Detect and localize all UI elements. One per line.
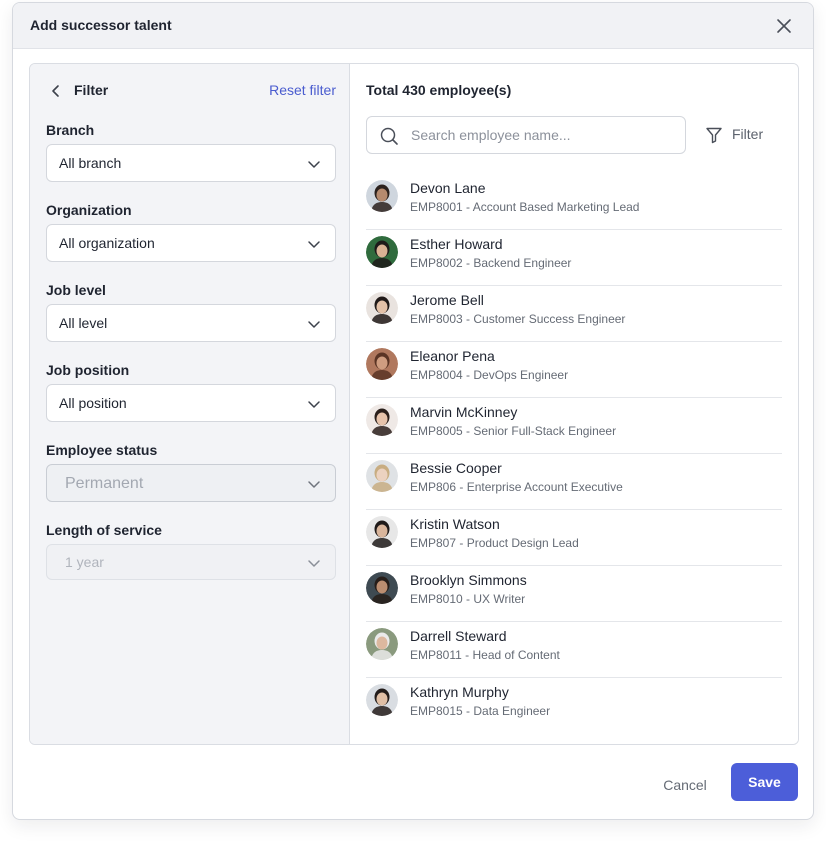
modal-header: Add successor talent <box>13 3 813 49</box>
employee-name: Darrell Steward <box>410 628 507 644</box>
employee-name: Brooklyn Simmons <box>410 572 527 588</box>
employee-name: Devon Lane <box>410 180 486 196</box>
avatar <box>366 460 398 492</box>
close-icon[interactable] <box>773 15 795 37</box>
employee-name: Kristin Watson <box>410 516 500 532</box>
employee-id-role: EMP807 - Product Design Lead <box>410 536 579 550</box>
branch-label: Branch <box>46 122 95 138</box>
total-employees: Total 430 employee(s) <box>366 82 512 98</box>
job-level-label: Job level <box>46 282 106 298</box>
job-position-label: Job position <box>46 362 130 378</box>
organization-field: Organization All organization <box>46 200 336 262</box>
avatar <box>366 516 398 548</box>
employee-row[interactable]: Esther Howard EMP8002 - Backend Engineer <box>366 230 782 286</box>
employee-row[interactable]: Devon Lane EMP8001 - Account Based Market… <box>366 174 782 230</box>
organization-value: All organization <box>59 235 155 251</box>
job-level-field: Job level All level <box>46 280 336 342</box>
chevron-down-icon <box>308 401 320 408</box>
modal-title: Add successor talent <box>30 17 172 33</box>
length-of-service-field: Length of service 1 year <box>46 520 336 580</box>
employee-id-role: EMP8001 - Account Based Marketing Lead <box>410 200 640 214</box>
employee-name: Bessie Cooper <box>410 460 502 476</box>
reset-filter-link[interactable]: Reset filter <box>269 82 336 98</box>
employee-status-value: Permanent <box>65 475 144 492</box>
avatar <box>366 684 398 716</box>
funnel-icon <box>706 127 722 144</box>
employee-id-role: EMP8005 - Senior Full-Stack Engineer <box>410 424 617 438</box>
filter-header: Filter Reset filter <box>46 80 336 102</box>
branch-select[interactable]: All branch <box>46 144 336 182</box>
avatar <box>366 628 398 660</box>
employee-id-role: EMP8015 - Data Engineer <box>410 704 551 718</box>
filter-panel: Filter Reset filter Branch All branch Or… <box>30 64 350 744</box>
avatar <box>366 572 398 604</box>
job-level-select[interactable]: All level <box>46 304 336 342</box>
length-of-service-value: 1 year <box>65 554 104 570</box>
job-position-field: Job position All position <box>46 360 336 422</box>
cancel-button[interactable]: Cancel <box>649 767 721 803</box>
organization-label: Organization <box>46 202 132 218</box>
avatar <box>366 180 398 212</box>
employee-row[interactable]: Kathryn Murphy EMP8015 - Data Engineer <box>366 678 782 734</box>
chevron-down-icon <box>308 560 320 567</box>
employee-id-role: EMP8004 - DevOps Engineer <box>410 368 569 382</box>
modal-footer: Cancel Save <box>13 745 813 819</box>
avatar <box>366 236 398 268</box>
chevron-left-icon[interactable] <box>48 83 64 99</box>
filter-button[interactable]: Filter <box>704 122 770 148</box>
organization-select[interactable]: All organization <box>46 224 336 262</box>
employee-row[interactable]: Bessie Cooper EMP806 - Enterprise Account… <box>366 454 782 510</box>
employee-id-role: EMP8003 - Customer Success Engineer <box>410 312 626 326</box>
search-box[interactable] <box>366 116 686 154</box>
employee-status-label: Employee status <box>46 442 158 458</box>
chevron-down-icon <box>308 321 320 328</box>
search-icon <box>380 127 398 145</box>
employee-name: Esther Howard <box>410 236 503 252</box>
employee-id-role: EMP8011 - Head of Content <box>410 648 560 662</box>
job-position-select[interactable]: All position <box>46 384 336 422</box>
employee-status-field: Employee status Permanent <box>46 440 336 502</box>
employee-row[interactable]: Eleanor Pena EMP8004 - DevOps Engineer <box>366 342 782 398</box>
employee-name: Kathryn Murphy <box>410 684 509 700</box>
chevron-down-icon <box>308 161 320 168</box>
branch-value: All branch <box>59 155 122 171</box>
employee-id-role: EMP8010 - UX Writer <box>410 592 526 606</box>
avatar <box>366 348 398 380</box>
modal-body: Filter Reset filter Branch All branch Or… <box>29 63 799 745</box>
length-of-service-select: 1 year <box>46 544 336 580</box>
job-level-value: All level <box>59 315 108 331</box>
employee-row[interactable]: Darrell Steward EMP8011 - Head of Content <box>366 622 782 678</box>
chevron-down-icon <box>308 481 320 488</box>
avatar <box>366 404 398 436</box>
search-input[interactable] <box>411 117 681 153</box>
filter-title: Filter <box>74 82 109 98</box>
employee-status-select: Permanent <box>46 464 336 502</box>
employee-row[interactable]: Marvin McKinney EMP8005 - Senior Full-Sta… <box>366 398 782 454</box>
employee-row[interactable]: Kristin Watson EMP807 - Product Design Le… <box>366 510 782 566</box>
filter-button-label: Filter <box>732 126 764 142</box>
chevron-down-icon <box>308 241 320 248</box>
employee-name: Jerome Bell <box>410 292 484 308</box>
employee-list-panel: Total 430 employee(s) Filter Devon Lane E… <box>350 64 798 744</box>
avatar <box>366 292 398 324</box>
employee-name: Marvin McKinney <box>410 404 518 420</box>
add-successor-modal: Add successor talent Filter Reset filter… <box>12 2 814 820</box>
employee-id-role: EMP8002 - Backend Engineer <box>410 256 572 270</box>
employee-row[interactable]: Brooklyn Simmons EMP8010 - UX Writer <box>366 566 782 622</box>
length-of-service-label: Length of service <box>46 522 162 538</box>
employee-id-role: EMP806 - Enterprise Account Executive <box>410 480 623 494</box>
employee-row[interactable]: Jerome Bell EMP8003 - Customer Success En… <box>366 286 782 342</box>
employee-name: Eleanor Pena <box>410 348 495 364</box>
employee-list: Devon Lane EMP8001 - Account Based Market… <box>366 174 782 734</box>
job-position-value: All position <box>59 395 127 411</box>
save-button[interactable]: Save <box>731 763 798 801</box>
branch-field: Branch All branch <box>46 120 336 182</box>
